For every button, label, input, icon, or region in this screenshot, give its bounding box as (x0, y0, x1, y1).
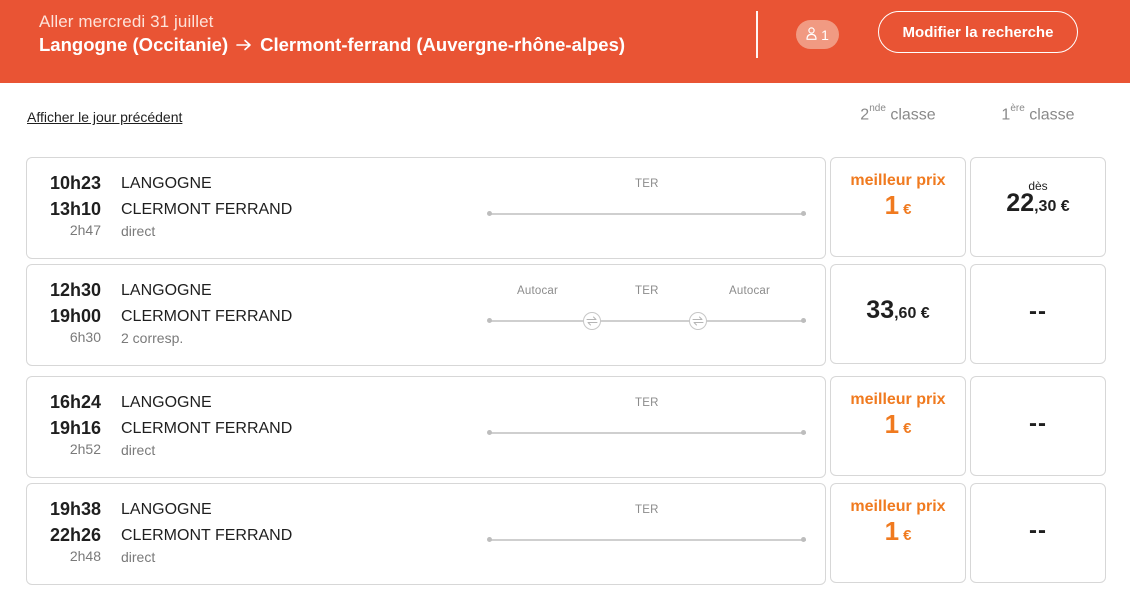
price-currency: € (903, 527, 912, 544)
second-class-number: 2 (860, 106, 870, 124)
second-class-price[interactable]: meilleur prix 1 € (830, 376, 966, 476)
transport-mode: Autocar (517, 285, 559, 297)
trip-row[interactable]: 12h30 19h00 6h30 LANGOGNE CLERMONT FERRA… (26, 264, 826, 366)
passenger-count-badge: 1 (796, 20, 839, 49)
departure-time: 19h38 (49, 499, 101, 519)
arrival-time: 22h26 (49, 525, 101, 545)
price-amount: 33,60 € (831, 296, 965, 325)
arrival-time: 13h10 (49, 199, 101, 219)
transport-mode: TER (635, 397, 659, 409)
timeline-start-dot (487, 318, 492, 323)
trip-row[interactable]: 10h23 13h10 2h47 LANGOGNE CLERMONT FERRA… (26, 157, 826, 259)
timeline-end-dot (801, 430, 806, 435)
trip-row[interactable]: 19h38 22h26 2h48 LANGOGNE CLERMONT FERRA… (26, 483, 826, 585)
best-price-label: meilleur prix (850, 498, 946, 515)
timeline-start-dot (487, 211, 492, 216)
trip-row[interactable]: 16h24 19h16 2h52 LANGOGNE CLERMONT FERRA… (26, 376, 826, 478)
transport-mode: TER (635, 178, 659, 190)
first-class-label: classe (1029, 106, 1075, 124)
price-euros: 1 (884, 516, 900, 546)
price-euros: 22 (1006, 189, 1035, 217)
second-class-suffix: nde (869, 103, 886, 114)
price-unavailable: -- (1029, 517, 1047, 544)
connection-swap-icon (689, 312, 707, 330)
price-unavailable: -- (1029, 298, 1047, 325)
first-class-price: -- (970, 264, 1106, 364)
price-unavailable: -- (1029, 410, 1047, 437)
departure-time: 16h24 (49, 392, 101, 412)
price-amount: 1 € (831, 190, 965, 221)
trip-duration: 2h47 (69, 222, 101, 238)
price-currency: € (903, 201, 912, 218)
header-divider (756, 11, 758, 58)
second-class-label: classe (890, 106, 936, 124)
price-cents: ,30 € (1034, 198, 1070, 215)
arrival-station: CLERMONT FERRAND (121, 308, 293, 325)
journey-timeline (488, 320, 806, 322)
best-price-label: meilleur prix (850, 391, 946, 408)
transport-mode: TER (635, 285, 659, 297)
connections-info: direct (121, 549, 156, 565)
departure-station: LANGOGNE (121, 394, 212, 411)
connection-swap-icon (583, 312, 601, 330)
first-class-number: 1 (1001, 106, 1011, 124)
departure-station: LANGOGNE (121, 501, 212, 518)
route-summary: Langogne (Occitanie) Clermont-ferrand (A… (39, 34, 625, 56)
price-euros: 1 (884, 190, 900, 220)
arrival-station: CLERMONT FERRAND (121, 527, 293, 544)
arrow-right-icon (236, 38, 252, 52)
departure-time: 12h30 (49, 280, 101, 300)
first-class-price: -- (970, 483, 1106, 583)
transport-mode: TER (635, 504, 659, 516)
transport-mode: Autocar (729, 285, 771, 297)
second-class-header: 2nde classe (830, 103, 966, 124)
first-class-suffix: ère (1010, 103, 1025, 114)
second-class-price[interactable]: 33,60 € (830, 264, 966, 364)
timeline-start-dot (487, 430, 492, 435)
previous-day-link[interactable]: Afficher le jour précédent (27, 109, 182, 125)
first-class-header: 1ère classe (970, 103, 1106, 124)
price-amount: 1 € (831, 516, 965, 547)
price-amount: 22,30 € (971, 189, 1105, 218)
best-price-label: meilleur prix (850, 172, 946, 189)
destination-station: Clermont-ferrand (Auvergne-rhône-alpes) (260, 34, 626, 55)
trip-duration: 6h30 (69, 329, 101, 345)
price-cents: ,60 € (894, 305, 930, 322)
timeline-end-dot (801, 211, 806, 216)
price-euros: 1 (884, 409, 900, 439)
person-icon (806, 26, 817, 43)
price-currency: € (903, 420, 912, 437)
journey-timeline (488, 539, 806, 541)
trip-duration: 2h48 (69, 548, 101, 564)
trip-duration: 2h52 (69, 441, 101, 457)
timeline-end-dot (801, 537, 806, 542)
connections-info: direct (121, 223, 156, 239)
departure-station: LANGOGNE (121, 175, 212, 192)
timeline-end-dot (801, 318, 806, 323)
modify-search-button[interactable]: Modifier la recherche (878, 11, 1078, 53)
price-amount: 1 € (831, 409, 965, 440)
arrival-station: CLERMONT FERRAND (121, 201, 293, 218)
connections-info: 2 corresp. (121, 330, 184, 346)
arrival-time: 19h00 (49, 306, 101, 326)
passenger-count: 1 (821, 26, 829, 43)
search-summary-header: Aller mercredi 31 juillet Langogne (Occi… (0, 0, 1130, 83)
second-class-price[interactable]: meilleur prix 1 € (830, 157, 966, 257)
timeline-start-dot (487, 537, 492, 542)
journey-timeline (488, 432, 806, 434)
origin-station: Langogne (Occitanie) (39, 34, 229, 55)
second-class-price[interactable]: meilleur prix 1 € (830, 483, 966, 583)
departure-station: LANGOGNE (121, 282, 212, 299)
arrival-station: CLERMONT FERRAND (121, 420, 293, 437)
first-class-price[interactable]: dès 22,30 € (970, 157, 1106, 257)
first-class-price: -- (970, 376, 1106, 476)
arrival-time: 19h16 (49, 418, 101, 438)
journey-timeline (488, 213, 806, 215)
price-euros: 33 (866, 296, 895, 324)
departure-time: 10h23 (49, 173, 101, 193)
connections-info: direct (121, 442, 156, 458)
travel-date: Aller mercredi 31 juillet (39, 12, 214, 31)
